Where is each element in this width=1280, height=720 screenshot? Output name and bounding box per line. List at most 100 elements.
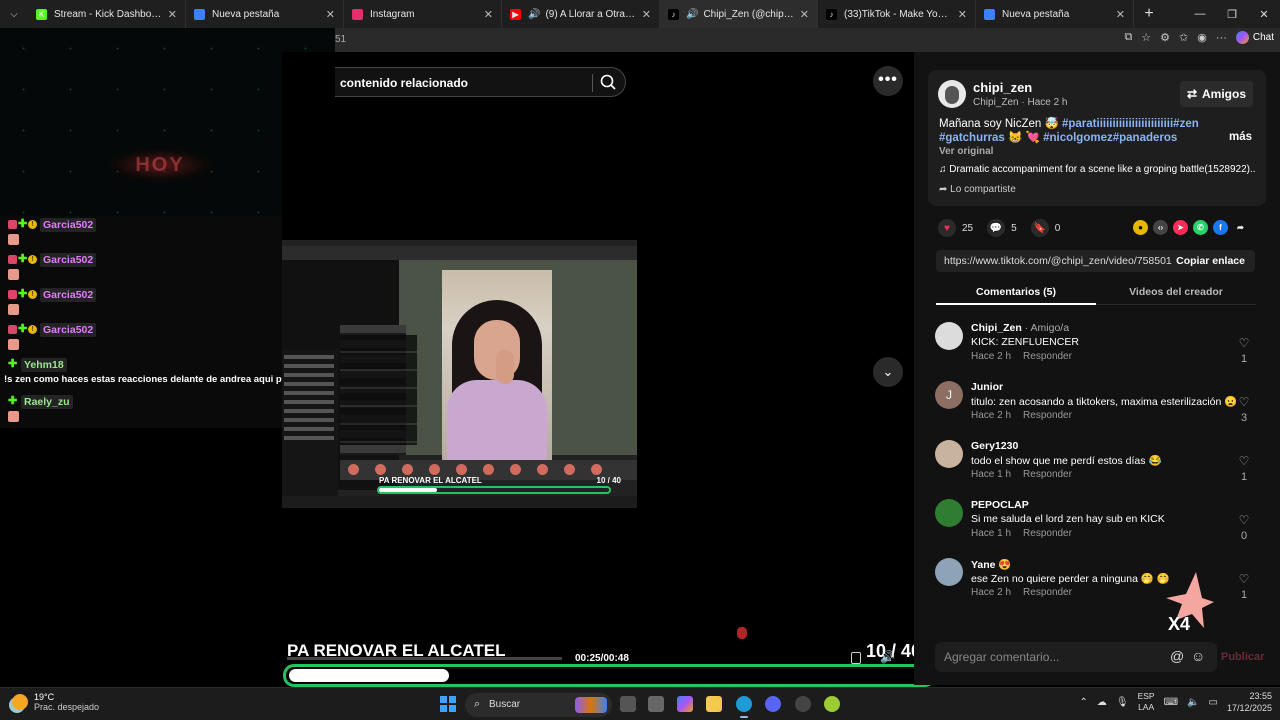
comment-avatar[interactable] (935, 440, 963, 468)
comment-username[interactable]: Chipi_Zen (971, 322, 1022, 334)
comment-username[interactable]: Yane 😍 (971, 559, 1012, 571)
onedrive-icon[interactable]: ☁ (1097, 697, 1107, 708)
coin-icon[interactable]: ● (1133, 220, 1148, 235)
author-avatar[interactable] (938, 80, 966, 108)
reply-button[interactable]: Responder (1023, 351, 1072, 362)
embed-icon[interactable]: ‹› (1153, 220, 1168, 235)
browser-tab[interactable]: Nueva pestaña ✕ (186, 0, 344, 28)
browser-tab[interactable]: ▶ 🔊 (9) A Llorar a Otra Parte - You ✕ (502, 0, 660, 28)
tab-actions-menu[interactable]: ⌵ (0, 0, 28, 28)
file-explorer-icon[interactable] (706, 696, 722, 712)
extensions-icon[interactable]: ⚙ (1160, 31, 1170, 44)
browser-tab[interactable]: ♪ 🔊 Chipi_Zen (@chipi_zen) | TikT ✕ (660, 0, 818, 28)
browser-tab[interactable]: K Stream - Kick Dashboard ✕ (28, 0, 186, 28)
discord-icon[interactable] (765, 696, 781, 712)
copilot-app-icon[interactable] (677, 696, 693, 712)
hashtag-link[interactable]: #gatchurras (939, 132, 1005, 144)
comment-like-icon[interactable]: ♡ (1237, 572, 1251, 586)
comment-like-icon[interactable]: ♡ (1237, 513, 1251, 527)
share-icon[interactable]: ➦ (1233, 220, 1248, 235)
taskbar-search[interactable]: ⌕ Buscar (465, 693, 612, 717)
tab-creator-videos[interactable]: Videos del creador (1096, 286, 1256, 298)
comment-avatar[interactable] (935, 499, 963, 527)
tray-overflow-icon[interactable]: ⌃ (1080, 697, 1088, 708)
chat-username[interactable]: Raely_zu (21, 395, 73, 409)
hashtag-link[interactable]: #nicolgomez#panaderos (1043, 132, 1177, 144)
obs-app-icon[interactable] (824, 696, 840, 712)
chat-username[interactable]: Garcia502 (40, 323, 97, 337)
reply-button[interactable]: Responder (1023, 410, 1072, 421)
address-bar[interactable]: 51 ⧉ ☆ ⚙ ✩ ◉ ··· Chat (335, 28, 1280, 52)
weather-widget[interactable]: 19°C Prac. despejado (12, 692, 99, 712)
more-options-button[interactable]: ••• (873, 66, 903, 96)
tab-close-icon[interactable]: ✕ (1116, 8, 1125, 21)
volume-tray-icon[interactable]: 🔈 (1187, 697, 1199, 708)
volume-icon[interactable]: 🔊 (880, 650, 895, 664)
copilot-chat-button[interactable]: Chat (1235, 31, 1274, 44)
comment-username[interactable]: Junior (971, 381, 1003, 393)
music-track[interactable]: ♫ Dramatic accompaniment for a scene lik… (939, 164, 1255, 175)
comment-avatar[interactable]: J (935, 381, 963, 409)
comment-user[interactable]: PEPOCLAP (971, 499, 1029, 511)
tab-close-icon[interactable]: ✕ (326, 8, 335, 21)
language-indicator[interactable]: ESP LAA (1138, 691, 1155, 713)
comment-like-icon[interactable]: ♡ (1237, 336, 1251, 350)
comment-username[interactable]: Gery1230 (971, 440, 1018, 452)
edge-browser-icon[interactable] (736, 696, 752, 718)
task-view-icon[interactable] (620, 696, 636, 712)
comment-avatar[interactable] (935, 322, 963, 350)
tab-close-icon[interactable]: ✕ (168, 8, 177, 21)
microphone-icon[interactable]: 🎙 (1116, 697, 1129, 708)
comment-avatar[interactable] (935, 558, 963, 586)
comment-like-icon[interactable]: ♡ (1237, 454, 1251, 468)
comment-user[interactable]: Yane 😍 (971, 558, 1012, 571)
author-username[interactable]: chipi_zen (973, 80, 1032, 95)
hashtag-link[interactable]: #paratiiiiiiiiiiiiiiiiiiiiiiii#zen (1062, 118, 1199, 130)
tab-audio-icon[interactable]: 🔊 (686, 9, 698, 20)
next-video-button[interactable]: ⌄ (873, 357, 903, 387)
reply-button[interactable]: Responder (1023, 587, 1072, 598)
search-icon[interactable] (599, 73, 617, 91)
minimize-icon[interactable]: — (1184, 0, 1216, 28)
more-menu-icon[interactable]: ··· (1216, 32, 1227, 44)
battery-icon[interactable]: ▭ (1209, 697, 1218, 708)
mention-icon[interactable]: @ (1170, 648, 1184, 664)
tab-audio-icon[interactable]: 🔊 (528, 9, 540, 20)
facebook-icon[interactable]: f (1213, 220, 1228, 235)
favorites-icon[interactable]: ✩ (1179, 31, 1188, 44)
tab-close-icon[interactable]: ✕ (642, 8, 651, 21)
browser-tab[interactable]: ♪ (33)TikTok - Make Your Day ✕ (818, 0, 976, 28)
comment-user[interactable]: Gery1230 (971, 440, 1018, 452)
send-icon[interactable]: ➤ (1173, 220, 1188, 235)
video-link[interactable]: https://www.tiktok.com/@chipi_zen/video/… (944, 255, 1172, 267)
publish-button[interactable]: Publicar (1221, 651, 1264, 663)
comment-username[interactable]: PEPOCLAP (971, 499, 1029, 511)
browser-tab[interactable]: Instagram ✕ (344, 0, 502, 28)
new-tab-button[interactable]: + (1134, 0, 1164, 28)
copy-link-button[interactable]: Copiar enlace (1176, 255, 1245, 267)
profile-icon[interactable]: ◉ (1197, 31, 1207, 44)
tab-close-icon[interactable]: ✕ (484, 8, 493, 21)
close-window-icon[interactable]: ✕ (1248, 0, 1280, 28)
comment-like-icon[interactable]: ♡ (1237, 395, 1251, 409)
see-more-button[interactable]: más (1229, 131, 1252, 143)
see-original-link[interactable]: Ver original (939, 146, 993, 157)
favorite-star-icon[interactable]: ☆ (1141, 31, 1151, 44)
maximize-icon[interactable]: ❐ (1216, 0, 1248, 28)
clock[interactable]: 23:55 17/12/2025 (1227, 690, 1272, 714)
chat-username[interactable]: Garcia502 (40, 288, 97, 302)
reply-button[interactable]: Responder (1023, 469, 1072, 480)
reply-button[interactable]: Responder (1023, 528, 1072, 539)
store-icon[interactable] (648, 696, 664, 712)
chat-username[interactable]: Garcia502 (40, 253, 97, 267)
address-text[interactable]: 51 (335, 34, 346, 45)
chat-username[interactable]: Yehm18 (21, 358, 67, 372)
browser-tab[interactable]: Nueva pestaña ✕ (976, 0, 1134, 28)
like-heart-icon[interactable]: ♥ (938, 219, 956, 237)
windows-start-icon[interactable] (440, 696, 456, 712)
settings-app-icon[interactable] (795, 696, 811, 712)
network-icon[interactable]: ⌨ (1164, 697, 1178, 708)
chat-username[interactable]: Garcia502 (40, 218, 97, 232)
tab-comments[interactable]: Comentarios (5) (936, 286, 1096, 298)
tab-close-icon[interactable]: ✕ (958, 8, 967, 21)
